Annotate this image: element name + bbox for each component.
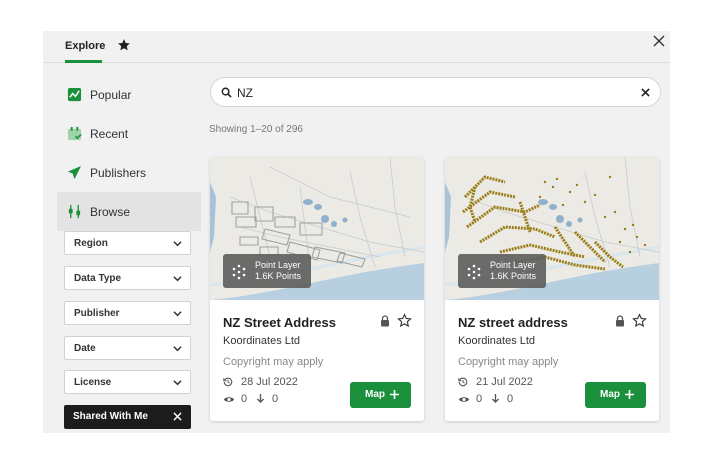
sidebar-item-label: Browse: [90, 204, 131, 219]
sidebar-item-publishers[interactable]: Publishers: [57, 153, 201, 192]
eye-icon: [223, 397, 235, 402]
card-views: 0: [241, 393, 248, 405]
card-date: 21 Jul 2022: [476, 376, 533, 388]
map-button-label: Map: [365, 389, 385, 400]
sidebar-item-label: Popular: [90, 87, 132, 102]
badge-layer-type: Point Layer: [255, 260, 301, 270]
add-to-map-button[interactable]: Map: [585, 382, 646, 408]
filter-publisher[interactable]: Publisher: [64, 301, 191, 325]
search-bar[interactable]: NZ: [210, 77, 661, 107]
badge-layer-type: Point Layer: [490, 260, 536, 270]
calendar-check-icon: [67, 126, 82, 141]
star-icon[interactable]: [117, 38, 131, 52]
badge-point-count: 1.6K Points: [255, 271, 302, 281]
filter-label: Date: [74, 343, 96, 354]
sidebar-item-browse[interactable]: Browse: [57, 192, 201, 231]
chevron-down-icon: [173, 346, 182, 352]
card-downloads: 0: [272, 393, 279, 405]
card-title[interactable]: NZ street address: [458, 315, 568, 330]
download-arrow-icon: [491, 394, 500, 404]
search-icon: [221, 87, 232, 98]
dataset-card[interactable]: Point Layer 1.6K Points NZ Street Addres…: [210, 157, 424, 421]
filter-label: Region: [74, 238, 108, 249]
sidebar-item-popular[interactable]: Popular: [57, 75, 201, 114]
map-button-label: Map: [600, 389, 620, 400]
chevron-down-icon: [173, 241, 182, 247]
explore-panel: Explore Popular Recent Publishers Browse…: [43, 31, 670, 433]
history-icon: [223, 377, 233, 387]
filter-region[interactable]: Region: [64, 231, 191, 255]
point-layer-icon: [232, 264, 246, 280]
star-outline-icon[interactable]: [632, 313, 647, 328]
lock-icon: [616, 315, 624, 327]
plus-icon: [390, 390, 399, 399]
tab-explore[interactable]: Explore: [65, 40, 105, 52]
sidebar-item-recent[interactable]: Recent: [57, 114, 201, 153]
card-publisher[interactable]: Koordinates Ltd: [223, 335, 300, 347]
eye-icon: [458, 397, 470, 402]
layer-type-badge: Point Layer 1.6K Points: [223, 254, 311, 288]
chevron-down-icon: [173, 380, 182, 386]
results-count: Showing 1–20 of 296: [209, 124, 303, 135]
close-icon[interactable]: [652, 34, 666, 48]
card-date: 28 Jul 2022: [241, 376, 298, 388]
filter-license[interactable]: License: [64, 370, 191, 394]
chevron-down-icon: [173, 311, 182, 317]
top-bar: Explore: [43, 31, 670, 63]
dataset-card[interactable]: Point Layer 1.6K Points NZ street addres…: [445, 157, 659, 421]
close-icon[interactable]: [641, 88, 650, 97]
filter-label: Publisher: [74, 308, 120, 319]
sidebar-item-label: Publishers: [90, 165, 147, 180]
card-publisher[interactable]: Koordinates Ltd: [458, 335, 535, 347]
card-copyright: Copyright may apply: [223, 356, 324, 368]
card-title[interactable]: NZ Street Address: [223, 315, 336, 330]
filter-chip-label: Shared With Me: [73, 411, 148, 422]
trend-line-icon: [67, 87, 82, 102]
sidebar-item-label: Recent: [90, 126, 129, 141]
filter-date[interactable]: Date: [64, 336, 191, 360]
point-layer-icon: [467, 264, 481, 280]
badge-point-count: 1.6K Points: [490, 271, 537, 281]
filter-label: License: [74, 377, 112, 388]
card-views: 0: [476, 393, 483, 405]
download-arrow-icon: [256, 394, 265, 404]
filter-data-type[interactable]: Data Type: [64, 266, 191, 290]
card-copyright: Copyright may apply: [458, 356, 559, 368]
add-to-map-button[interactable]: Map: [350, 382, 411, 408]
card-downloads: 0: [507, 393, 514, 405]
lock-icon: [381, 315, 389, 327]
chevron-down-icon: [173, 276, 182, 282]
layer-type-badge: Point Layer 1.6K Points: [458, 254, 546, 288]
close-icon[interactable]: [173, 412, 182, 421]
star-outline-icon[interactable]: [397, 313, 412, 328]
filter-chip-shared-with-me[interactable]: Shared With Me: [64, 405, 191, 429]
filter-label: Data Type: [74, 273, 122, 284]
history-icon: [458, 377, 468, 387]
search-input[interactable]: NZ: [237, 86, 253, 100]
sliders-icon: [68, 204, 81, 219]
tab-active-indicator: [65, 60, 102, 63]
sidebar: Popular Recent Publishers Browse: [57, 75, 201, 231]
send-icon: [67, 165, 82, 180]
plus-icon: [625, 390, 634, 399]
